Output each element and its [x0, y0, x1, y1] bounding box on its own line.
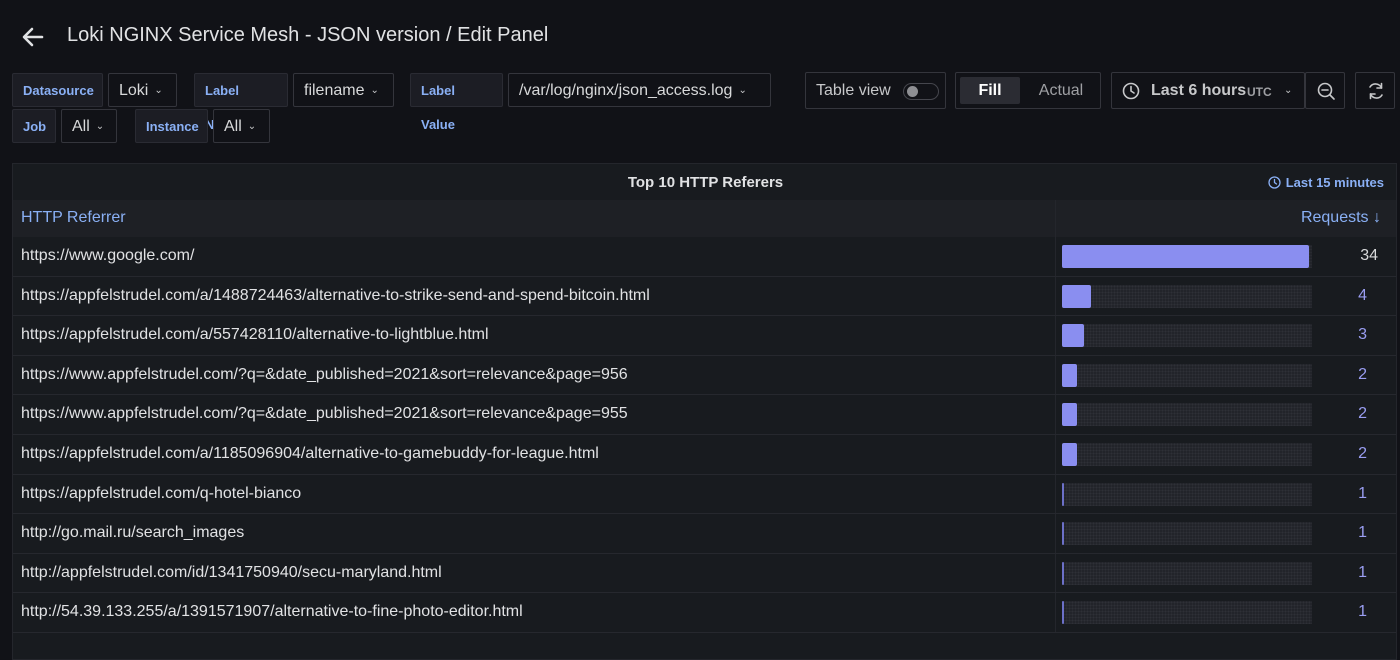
requests-gauge — [1062, 522, 1312, 546]
job-label: Job — [12, 109, 56, 143]
requests-gauge-fill — [1062, 601, 1064, 625]
requests-gauge-fill — [1062, 284, 1091, 308]
datasource-select[interactable]: Loki ⌄ — [108, 73, 177, 107]
requests-value: 1 — [1358, 484, 1367, 502]
table-panel: Top 10 HTTP Referers Last 15 minutes HTT… — [12, 163, 1397, 660]
table-row: https://www.appfelstrudel.com/?q=&date_p… — [13, 395, 1396, 435]
label-value-value: /var/log/nginx/json_access.log — [519, 82, 733, 100]
requests-value: 2 — [1358, 405, 1367, 423]
refresh-button[interactable] — [1355, 72, 1395, 109]
datasource-value: Loki — [119, 82, 149, 100]
table-body: https://www.google.com/34 https://appfels… — [13, 237, 1396, 633]
table-header: HTTP Referrer Requests ↓ — [13, 200, 1396, 237]
chevron-down-icon: ⌄ — [738, 85, 747, 96]
label-value-select[interactable]: /var/log/nginx/json_access.log ⌄ — [508, 73, 771, 107]
panel-title: Top 10 HTTP Referers — [627, 174, 784, 191]
table-row: http://appfelstrudel.com/id/1341750940/s… — [13, 554, 1396, 594]
column-header-requests[interactable]: Requests ↓ — [1301, 209, 1381, 227]
requests-value: 1 — [1358, 563, 1367, 581]
clock-icon — [1268, 176, 1281, 192]
requests-value: 3 — [1358, 326, 1367, 344]
fill-actual-group: Fill Actual — [955, 72, 1101, 109]
referrer-cell: https://www.appfelstrudel.com/?q=&date_p… — [21, 365, 628, 383]
requests-gauge — [1062, 363, 1312, 387]
requests-gauge-fill — [1062, 403, 1077, 427]
instance-value: All — [224, 118, 242, 136]
requests-gauge-fill — [1062, 245, 1309, 268]
referrer-cell: https://www.google.com/ — [21, 247, 195, 264]
referrer-cell: http://54.39.133.255/a/1391571907/altern… — [21, 603, 523, 621]
table-row: https://appfelstrudel.com/a/557428110/al… — [13, 316, 1396, 356]
label-name-value: filename — [304, 82, 365, 100]
requests-value: 1 — [1358, 524, 1367, 542]
panel-time-override: Last 15 minutes — [1268, 175, 1384, 192]
requests-gauge-fill — [1062, 324, 1084, 348]
referrer-cell: https://appfelstrudel.com/a/557428110/al… — [21, 326, 489, 344]
actual-button[interactable]: Actual — [1024, 73, 1098, 108]
requests-gauge-fill — [1062, 363, 1077, 387]
requests-gauge — [1062, 482, 1312, 506]
referrer-cell: https://appfelstrudel.com/a/1488724463/a… — [21, 286, 650, 304]
requests-gauge — [1062, 284, 1312, 308]
requests-value: 2 — [1358, 365, 1367, 383]
datasource-label: Datasource — [12, 73, 103, 107]
chevron-down-icon: ⌄ — [1284, 85, 1293, 96]
time-range-text: Last 6 hours — [1151, 82, 1247, 99]
requests-value: 1 — [1358, 603, 1367, 621]
label-name-label: Label Name — [194, 73, 288, 132]
referrer-cell: https://appfelstrudel.com/q-hotel-bianco — [21, 484, 302, 502]
requests-gauge-fill — [1062, 442, 1077, 466]
job-value: All — [72, 118, 90, 136]
fill-button[interactable]: Fill — [960, 77, 1020, 104]
table-view-toggle[interactable] — [903, 83, 939, 100]
page-title: Loki NGINX Service Mesh - JSON version /… — [67, 24, 549, 46]
table-row: http://go.mail.ru/search_images 1 — [13, 514, 1396, 554]
instance-label: Instance — [135, 109, 208, 143]
table-row: https://appfelstrudel.com/a/1185096904/a… — [13, 435, 1396, 475]
requests-gauge — [1062, 245, 1312, 268]
requests-gauge — [1062, 324, 1312, 348]
requests-gauge-fill — [1062, 522, 1064, 546]
zoom-out-icon — [1317, 82, 1335, 100]
requests-gauge — [1062, 403, 1312, 427]
requests-gauge-fill — [1062, 482, 1064, 506]
panel-time-text: Last 15 minutes — [1285, 175, 1384, 190]
job-select[interactable]: All ⌄ — [61, 109, 117, 143]
toggle-knob — [907, 86, 918, 97]
requests-gauge — [1062, 561, 1312, 585]
chevron-down-icon: ⌄ — [95, 121, 105, 132]
referrer-cell: https://appfelstrudel.com/a/1185096904/a… — [21, 444, 599, 462]
table-view-label: Table view — [816, 82, 891, 99]
requests-value: 2 — [1358, 444, 1367, 462]
instance-select[interactable]: All ⌄ — [213, 109, 270, 143]
requests-gauge — [1062, 442, 1312, 466]
table-row: https://www.appfelstrudel.com/?q=&date_p… — [13, 356, 1396, 396]
chevron-down-icon: ⌄ — [370, 85, 379, 96]
time-range-picker[interactable]: Last 6 hours UTC ⌄ — [1111, 72, 1305, 109]
table-row: http://54.39.133.255/a/1391571907/altern… — [13, 593, 1396, 633]
zoom-out-button[interactable] — [1305, 72, 1345, 109]
referrer-cell: https://www.appfelstrudel.com/?q=&date_p… — [21, 405, 628, 423]
referrer-cell: http://go.mail.ru/search_images — [21, 524, 245, 542]
chevron-down-icon: ⌄ — [154, 85, 163, 96]
requests-gauge-fill — [1062, 561, 1064, 585]
back-arrow-icon[interactable] — [18, 22, 48, 52]
top-bar: Loki NGINX Service Mesh - JSON version /… — [0, 0, 1400, 72]
table-row: https://www.google.com/34 — [13, 237, 1396, 277]
table-row: https://appfelstrudel.com/a/1488724463/a… — [13, 277, 1396, 317]
table-view-control: Table view — [805, 72, 946, 109]
referrer-cell: http://appfelstrudel.com/id/1341750940/s… — [21, 563, 442, 581]
requests-value: 34 — [1360, 247, 1378, 264]
requests-gauge — [1062, 601, 1312, 625]
label-name-select[interactable]: filename ⌄ — [293, 73, 394, 107]
requests-value: 4 — [1358, 286, 1367, 304]
column-header-referrer[interactable]: HTTP Referrer — [21, 209, 126, 227]
refresh-icon — [1369, 82, 1383, 100]
table-row: https://appfelstrudel.com/q-hotel-bianco… — [13, 475, 1396, 515]
chevron-down-icon: ⌄ — [247, 121, 257, 132]
label-value-label: Label Value — [410, 73, 503, 132]
clock-icon — [1122, 82, 1140, 100]
timezone-text: UTC — [1247, 85, 1272, 99]
